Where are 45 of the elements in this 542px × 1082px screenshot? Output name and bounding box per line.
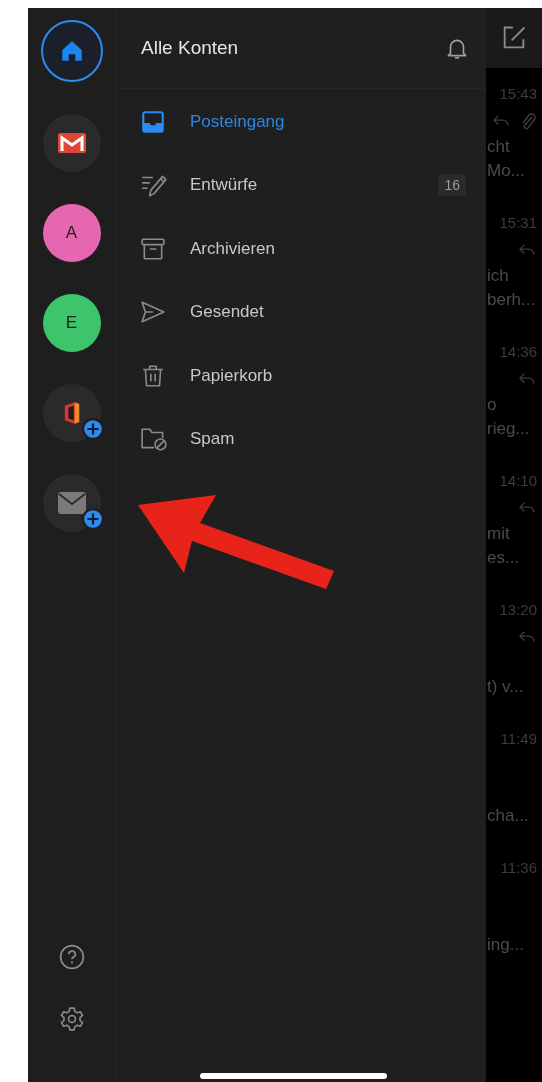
message-snippet: cht (487, 137, 510, 156)
message-time: 13:20 (499, 600, 538, 620)
account-button[interactable]: A (42, 204, 101, 262)
message-snippet: es... (487, 548, 520, 567)
message-time: 15:31 (499, 213, 538, 233)
message-snippet: t) v... (487, 677, 524, 696)
message-time: 14:10 (499, 471, 538, 491)
blocked-folder-icon (140, 426, 168, 453)
inbox-icon (140, 108, 166, 135)
help-icon[interactable] (58, 944, 85, 970)
message-snippet: cha... (487, 806, 529, 825)
account-button[interactable]: E (42, 294, 101, 352)
message-snippet: Mo... (487, 161, 525, 180)
envelope-icon (57, 133, 86, 153)
message-snippet: rieg... (487, 419, 530, 438)
count-badge: 16 (438, 174, 466, 197)
message-time: 11:36 (500, 858, 538, 878)
envelope-icon (57, 492, 86, 514)
reply-icon (518, 630, 536, 644)
reply-icon (518, 243, 536, 257)
paperclip-icon (520, 111, 536, 131)
settings-icon[interactable] (58, 1006, 85, 1032)
folder-item[interactable]: Entwürfe 16 (116, 153, 486, 217)
folder-item[interactable]: Archivieren (116, 217, 486, 281)
office-icon (62, 401, 81, 425)
message-snippet: o (487, 395, 497, 414)
folder-item[interactable]: Spam (116, 407, 486, 471)
pane-title: Alle Konten (141, 37, 239, 59)
folder-item[interactable]: Posteingang (116, 90, 486, 154)
message-snippet: ing... (487, 935, 524, 954)
message-snippet: ich (487, 266, 509, 285)
message-time: 11:49 (500, 729, 538, 749)
reply-icon (518, 501, 536, 515)
trash-icon (140, 362, 166, 389)
reply-icon (492, 114, 510, 128)
add-badge-icon (81, 508, 104, 530)
folder-item[interactable]: Papierkorb (116, 344, 486, 408)
archive-icon (140, 235, 166, 262)
folder-item[interactable]: Gesendet (116, 280, 486, 344)
add-badge-icon (81, 418, 104, 440)
message-time: 14:36 (499, 342, 538, 362)
message-time: 15:43 (499, 84, 538, 104)
reply-icon (518, 372, 536, 386)
message-snippet: mit (487, 524, 510, 543)
message-snippet: berh... (487, 290, 536, 309)
